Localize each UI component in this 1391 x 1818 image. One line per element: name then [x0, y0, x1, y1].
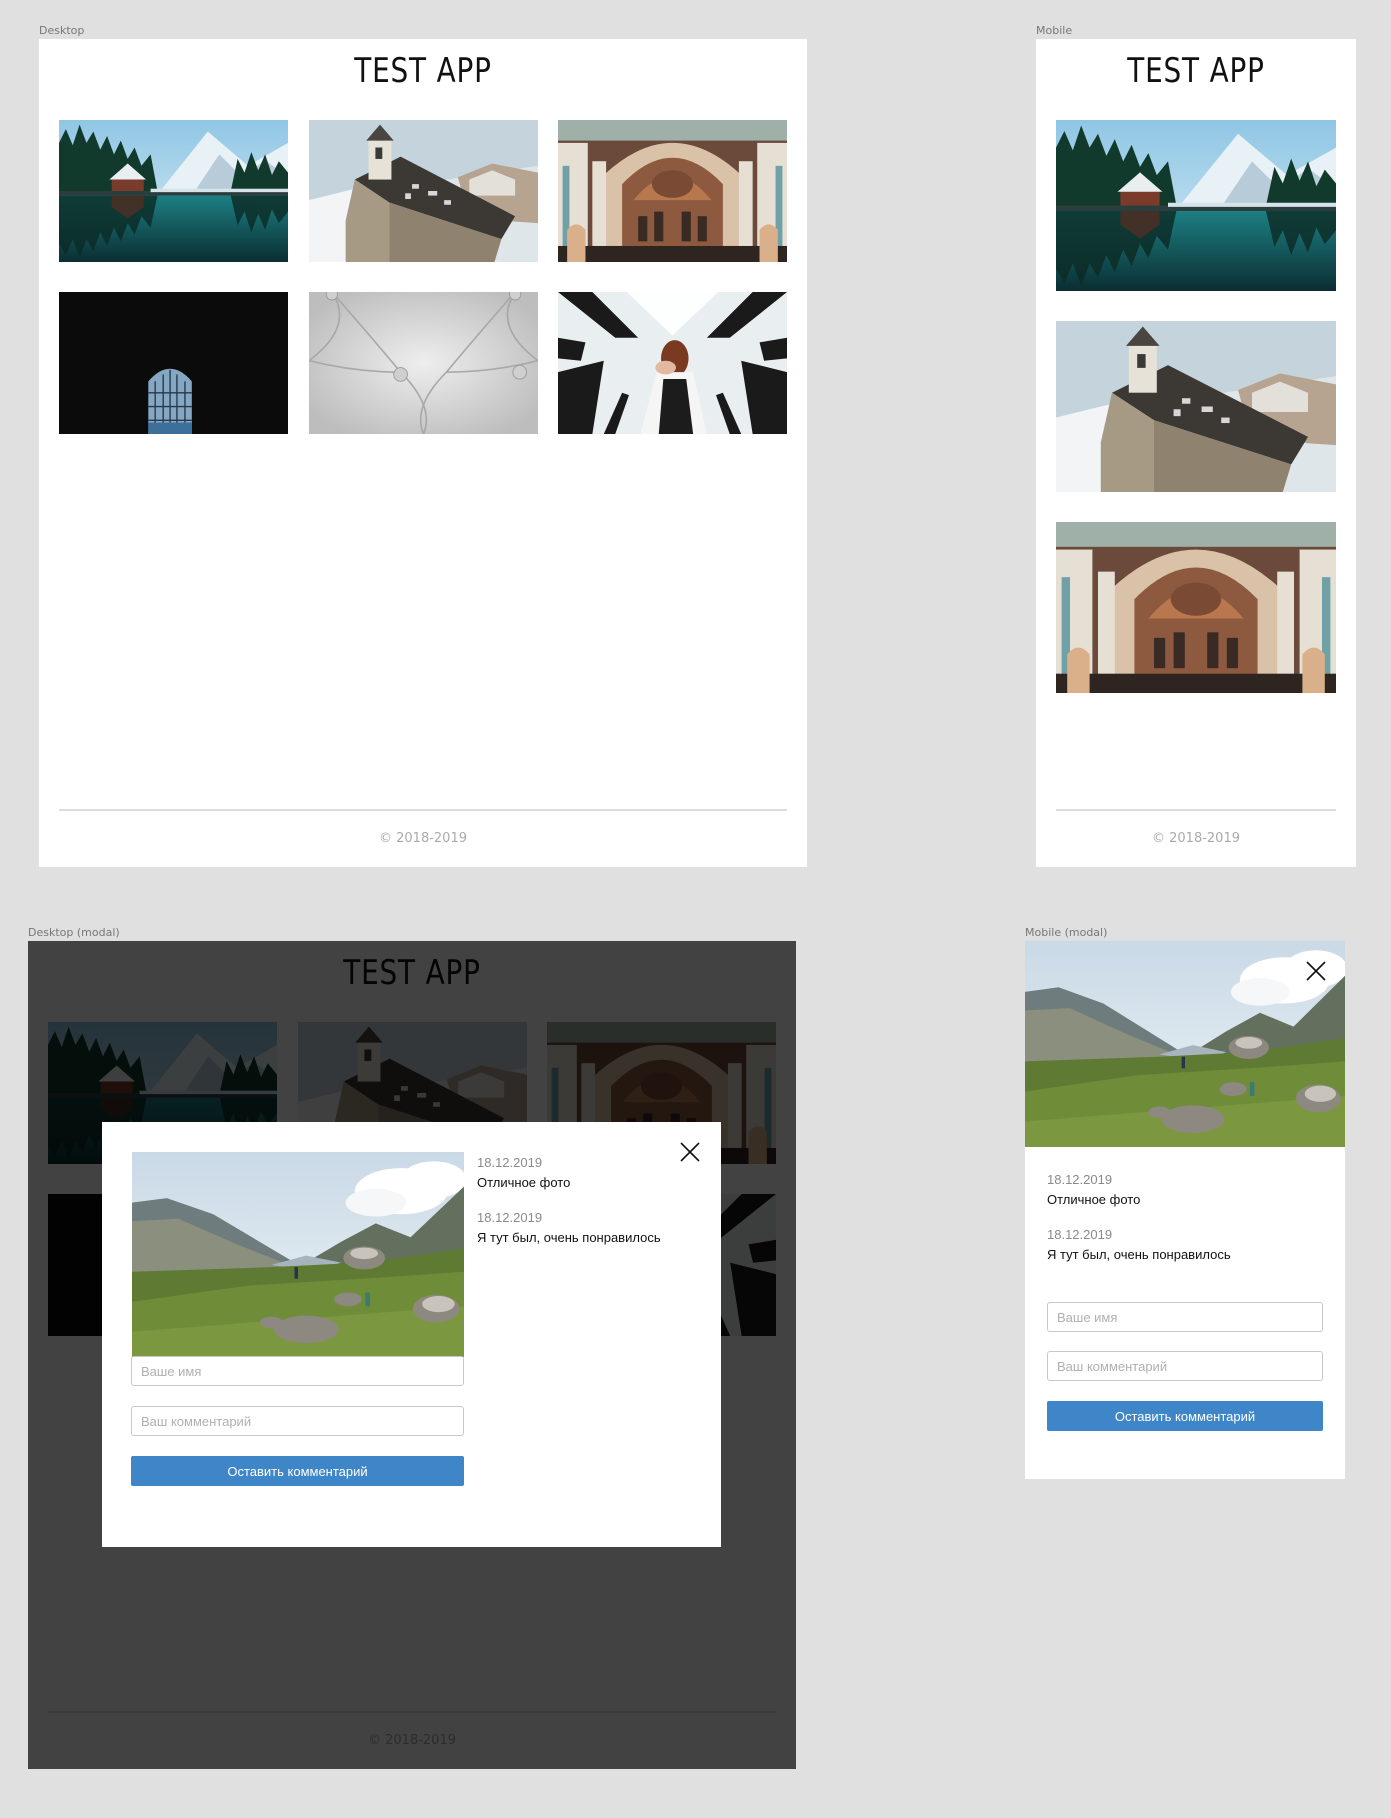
comment-date: 18.12.2019	[477, 1210, 543, 1225]
name-input[interactable]	[131, 1356, 464, 1386]
close-button[interactable]	[678, 1140, 702, 1164]
frame-label-desktop: Desktop	[39, 24, 85, 37]
cathedral-interior-photo	[558, 120, 787, 262]
frame-label-mobile-modal: Mobile (modal)	[1025, 926, 1108, 939]
close-button[interactable]	[1304, 959, 1328, 983]
mountain-valley-hikers-photo	[1025, 941, 1345, 1147]
mountain-valley-hikers-photo	[132, 1152, 464, 1357]
frame-label-mobile: Mobile	[1036, 24, 1073, 37]
footer-copyright: © 2018-2019	[379, 831, 467, 846]
name-input[interactable]	[1047, 1302, 1323, 1332]
footer-divider	[1056, 809, 1336, 811]
white-tufted-leather-photo	[309, 292, 538, 434]
chapel-in-snow-photo	[1056, 321, 1336, 492]
dark-arched-window-photo	[59, 292, 288, 434]
mountain-lake-photo	[59, 120, 288, 262]
comment-text: Я тут был, очень понравилось	[477, 1230, 661, 1245]
modal-image	[1025, 941, 1345, 1147]
cathedral-interior-photo	[1056, 522, 1336, 693]
comment-date: 18.12.2019	[1047, 1172, 1113, 1187]
app-title: TEST APP	[1127, 51, 1265, 91]
comment-input[interactable]	[131, 1406, 464, 1436]
submit-comment-button[interactable]: Оставить комментарий	[1047, 1401, 1323, 1431]
gallery-item-cathedral[interactable]	[558, 120, 787, 262]
woman-in-striped-hall-photo	[558, 292, 787, 434]
comment-date: 18.12.2019	[1047, 1227, 1113, 1242]
mobile-modal-frame: 18.12.2019 Отличное фото 18.12.2019 Я ту…	[1025, 941, 1345, 1479]
app-title: TEST APP	[354, 51, 492, 91]
close-icon	[680, 1142, 700, 1162]
submit-comment-button[interactable]: Оставить комментарий	[131, 1456, 464, 1486]
gallery-item-mountain-lake[interactable]	[1056, 120, 1336, 291]
footer-divider	[59, 809, 787, 811]
frame-label-desktop-modal: Desktop (modal)	[28, 926, 120, 939]
gallery-item-chapel[interactable]	[1056, 321, 1336, 492]
photo-modal: 18.12.2019 Отличное фото 18.12.2019 Я ту…	[102, 1122, 721, 1547]
desktop-frame: TEST APP © 2018-2019	[39, 39, 807, 867]
close-icon	[1306, 961, 1326, 981]
desktop-modal-frame: TEST APP © 2018-2019 18.12.2019 Отличное…	[28, 941, 796, 1769]
modal-image	[132, 1152, 464, 1357]
mobile-frame: TEST APP © 2018-2019	[1036, 39, 1356, 867]
comment-text: Отличное фото	[1047, 1192, 1141, 1207]
comment-text: Отличное фото	[477, 1175, 571, 1190]
comment-input[interactable]	[1047, 1351, 1323, 1381]
gallery-item-dark-window[interactable]	[59, 292, 288, 434]
gallery-item-leather[interactable]	[309, 292, 538, 434]
footer-copyright: © 2018-2019	[1152, 831, 1240, 846]
gallery-item-mountain-lake[interactable]	[59, 120, 288, 262]
chapel-in-snow-photo	[309, 120, 538, 262]
mountain-lake-photo	[1056, 120, 1336, 291]
gallery-item-chapel[interactable]	[309, 120, 538, 262]
gallery-item-woman[interactable]	[558, 292, 787, 434]
gallery-item-cathedral[interactable]	[1056, 522, 1336, 693]
comment-date: 18.12.2019	[477, 1155, 543, 1170]
comment-text: Я тут был, очень понравилось	[1047, 1247, 1231, 1262]
